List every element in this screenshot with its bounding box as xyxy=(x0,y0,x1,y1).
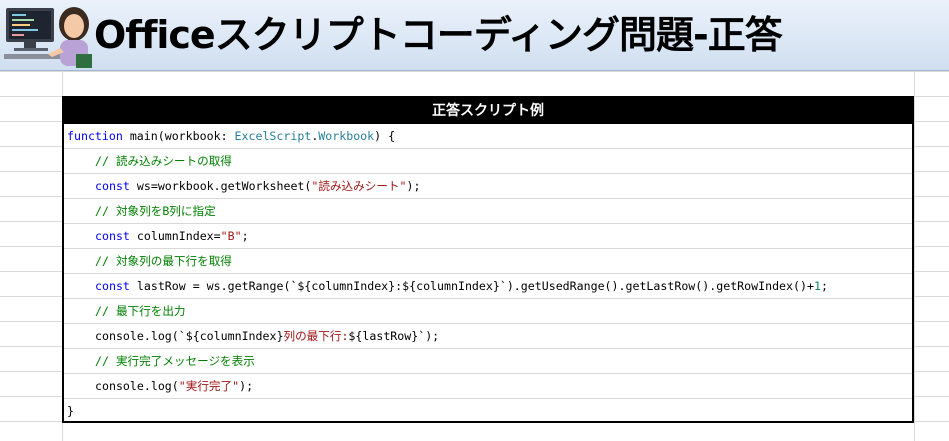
type-name: Workbook xyxy=(318,129,375,143)
code-line-12[interactable]: } xyxy=(64,399,912,424)
code-line-11[interactable]: console.log("実行完了"); xyxy=(64,374,912,399)
type-name: ExcelScript xyxy=(234,129,312,143)
string-literal: "実行完了" xyxy=(178,379,240,393)
person-at-computer-illustration xyxy=(4,7,92,68)
code-text: ws=workbook.getWorksheet( xyxy=(129,179,312,193)
code-text: ) { xyxy=(374,129,396,143)
code-text: ; xyxy=(820,279,828,293)
string-literal: "B" xyxy=(220,229,242,243)
code-line-3[interactable]: const ws=workbook.getWorksheet("読み込みシート"… xyxy=(64,174,912,199)
code-line-7[interactable]: const lastRow = ws.getRange(`${columnInd… xyxy=(64,274,912,299)
code-text: } xyxy=(67,404,74,418)
code-line-4[interactable]: // 対象列をB列に指定 xyxy=(64,199,912,224)
code-text: ${lastRow}`); xyxy=(348,329,440,343)
code-text: console.log(`${columnIndex} xyxy=(95,329,284,343)
code-text: ); xyxy=(239,379,254,393)
number-literal: 1 xyxy=(813,279,821,293)
code-text: lastRow = ws.getRange(`${columnIndex}:${… xyxy=(129,279,814,293)
code-line-2[interactable]: // 読み込みシートの取得 xyxy=(64,149,912,174)
code-text: ; xyxy=(241,229,249,243)
code-line-5[interactable]: const columnIndex="B"; xyxy=(64,224,912,249)
comment: // 実行完了メッセージを表示 xyxy=(95,354,255,368)
keyword: const xyxy=(95,179,130,193)
panel-title: 正答スクリプト例 xyxy=(64,98,912,124)
keyword: const xyxy=(95,229,130,243)
code-line-8[interactable]: // 最下行を出力 xyxy=(64,299,912,324)
code-line-9[interactable]: console.log(`${columnIndex}列の最下行:${lastR… xyxy=(64,324,912,349)
comment: // 対象列の最下行を取得 xyxy=(95,254,232,268)
keyword: const xyxy=(95,279,130,293)
keyword: function xyxy=(67,129,123,143)
code-text: columnIndex= xyxy=(129,229,221,243)
code-text: console.log( xyxy=(95,379,179,393)
column-divider xyxy=(914,71,915,441)
title-banner: Officeスクリプトコーディング問題-正答 xyxy=(0,0,949,71)
comment: // 最下行を出力 xyxy=(95,304,186,318)
code-line-1[interactable]: function main(workbook: ExcelScript.Work… xyxy=(64,124,912,149)
code-line-6[interactable]: // 対象列の最下行を取得 xyxy=(64,249,912,274)
comment: // 読み込みシートの取得 xyxy=(95,154,232,168)
page-title: Officeスクリプトコーディング問題-正答 xyxy=(94,13,783,57)
string-literal: "読み込みシート" xyxy=(311,179,407,193)
comment: // 対象列をB列に指定 xyxy=(95,204,216,218)
code-text: main(workbook: xyxy=(122,129,235,143)
code-line-10[interactable]: // 実行完了メッセージを表示 xyxy=(64,349,912,374)
code-panel: 正答スクリプト例 function main(workbook: ExcelSc… xyxy=(62,96,914,423)
code-text: ); xyxy=(406,179,421,193)
string-literal: 列の最下行: xyxy=(283,329,349,343)
